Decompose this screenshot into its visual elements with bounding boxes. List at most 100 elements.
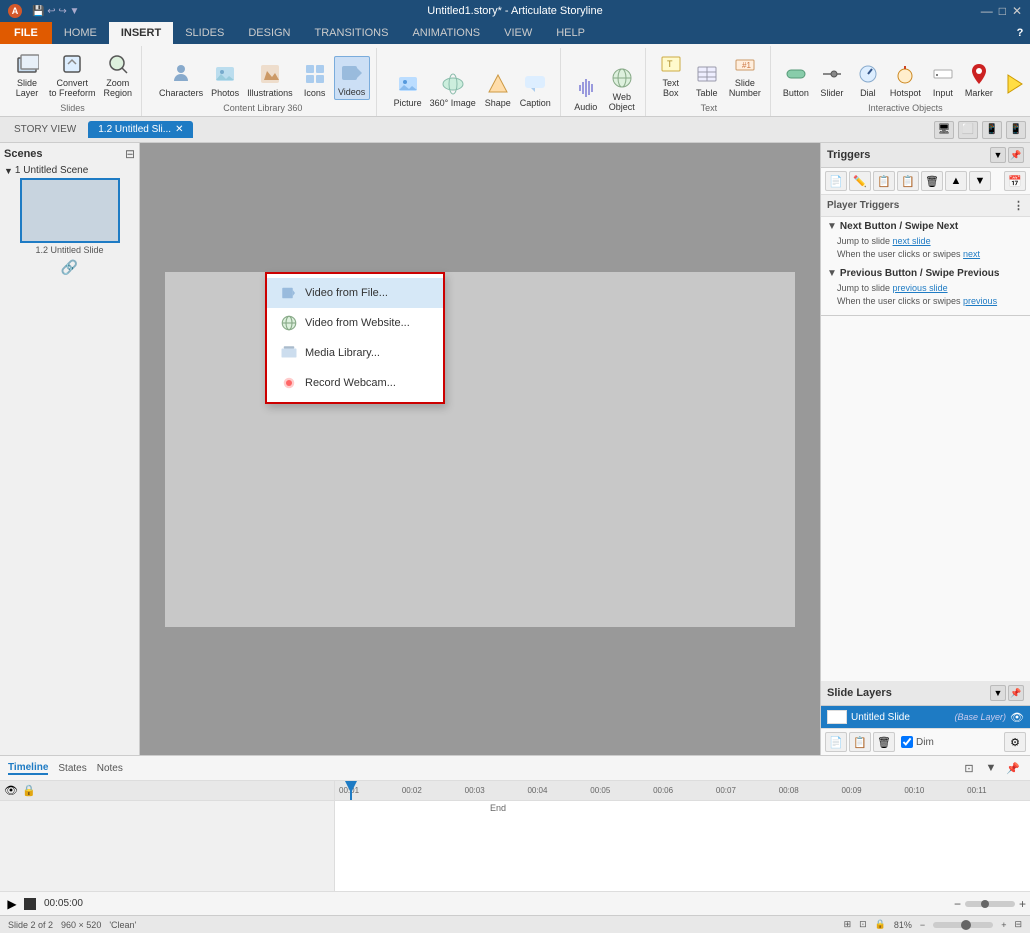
ribbon-item-hotspot[interactable]: Hotspot	[887, 58, 924, 100]
triggers-collapse-btn[interactable]: ▼	[990, 147, 1006, 163]
tab-story-view[interactable]: STORY VIEW	[4, 121, 86, 138]
ribbon-item-input[interactable]: Input	[926, 58, 960, 100]
help-button[interactable]: ?	[1010, 23, 1030, 43]
dim-checkbox[interactable]	[901, 736, 913, 748]
view-ctrl-desktop[interactable]: 🖥	[934, 121, 954, 139]
layers-pin-btn[interactable]: 📌	[1008, 685, 1024, 701]
ribbon-item-table[interactable]: Table	[690, 58, 724, 100]
ribbon-item-text-box[interactable]: T TextBox	[654, 48, 688, 100]
trigger-prev-arrow[interactable]: ▼	[827, 268, 837, 279]
close-button[interactable]: ✕	[1012, 4, 1022, 18]
tab-file[interactable]: FILE	[0, 22, 52, 44]
zoom-minus-btn[interactable]: −	[954, 897, 961, 911]
tl-pin-btn[interactable]: 📌	[1004, 759, 1022, 777]
maximize-button[interactable]: □	[999, 4, 1006, 18]
play-button[interactable]: ▶	[4, 896, 20, 912]
minimize-button[interactable]: —	[981, 4, 993, 18]
tab-slide-view[interactable]: 1.2 Untitled Sli... ✕	[88, 121, 193, 138]
view-ctrl-tablet[interactable]: ⬜	[958, 121, 978, 139]
lock-status-icon[interactable]: 🔒	[875, 919, 886, 930]
fit-icon[interactable]: ⊡	[859, 919, 867, 930]
menu-item-video-from-file[interactable]: Video from File...	[267, 278, 443, 308]
menu-item-video-from-website[interactable]: Video from Website...	[267, 308, 443, 338]
slide-tab-close[interactable]: ✕	[175, 124, 183, 135]
trigger-new-btn[interactable]: 📄	[825, 171, 847, 191]
triggers-pin-btn[interactable]: 📌	[1008, 147, 1024, 163]
tl-fit-btn[interactable]: ⊡	[960, 759, 978, 777]
trigger-up-btn[interactable]: ▲	[945, 171, 967, 191]
trigger-copy-btn[interactable]: 📋	[873, 171, 895, 191]
tab-design[interactable]: DESIGN	[236, 22, 302, 44]
ribbon-item-slider[interactable]: Slider	[815, 58, 849, 100]
tab-view[interactable]: VIEW	[492, 22, 544, 44]
view-ctrl-phone[interactable]: 📱	[982, 121, 1002, 139]
tab-slides[interactable]: SLIDES	[173, 22, 236, 44]
layers-collapse-btn[interactable]: ▼	[990, 685, 1006, 701]
ribbon-item-zoom[interactable]: ZoomRegion	[101, 48, 136, 100]
menu-item-media-library[interactable]: Media Library...	[267, 338, 443, 368]
tl-eye-icon[interactable]: 👁	[4, 784, 18, 797]
slide-canvas[interactable]: Video from File... Video from Website...…	[165, 272, 795, 627]
timeline-tab-states[interactable]: States	[58, 763, 86, 774]
tl-collapse-btn[interactable]: ▼	[982, 759, 1000, 777]
trigger-calendar-btn[interactable]: 📅	[1004, 171, 1026, 191]
layer-settings-btn[interactable]: ⚙	[1004, 732, 1026, 752]
layer-add-btn[interactable]: 📄	[825, 732, 847, 752]
layer-delete-btn[interactable]: 🗑	[873, 732, 895, 752]
ribbon-item-shape[interactable]: Shape	[481, 68, 515, 110]
zoom-plus-btn[interactable]: +	[1019, 897, 1026, 911]
layer-copy-btn[interactable]: 📋	[849, 732, 871, 752]
trigger-prev-link[interactable]: previous	[963, 296, 997, 306]
ribbon-item-icons[interactable]: Icons	[298, 58, 332, 100]
ribbon-item-button[interactable]: Button	[779, 58, 813, 100]
window-controls[interactable]: — □ ✕	[981, 4, 1022, 18]
tl-lock-icon[interactable]: 🔒	[22, 784, 36, 797]
ribbon-item-360-image[interactable]: 360° Image	[427, 68, 479, 110]
trigger-paste-btn[interactable]: 📋	[897, 171, 919, 191]
trigger-next-arrow[interactable]: ▼	[827, 221, 837, 232]
ribbon-item-dial[interactable]: Dial	[851, 58, 885, 100]
ribbon-item-marker[interactable]: Marker	[962, 58, 996, 100]
player-triggers-collapse[interactable]: ⋮	[1013, 199, 1024, 212]
timeline-zoom-slider[interactable]	[965, 901, 1015, 907]
ribbon-item-characters[interactable]: Characters	[156, 58, 206, 100]
tab-insert[interactable]: INSERT	[109, 22, 173, 44]
trigger-next-link[interactable]: next	[963, 249, 980, 259]
trigger-delete-btn[interactable]: 🗑	[921, 171, 943, 191]
ribbon-item-picture[interactable]: Picture	[391, 68, 425, 110]
tab-home[interactable]: HOME	[52, 22, 109, 44]
ribbon-item-caption[interactable]: Caption	[517, 68, 554, 110]
ribbon-item-web-object[interactable]: WebObject	[605, 62, 639, 114]
slide-thumbnail[interactable]	[20, 178, 120, 243]
trigger-edit-btn[interactable]: ✏️	[849, 171, 871, 191]
fit-view-btn[interactable]: ⊟	[1014, 919, 1022, 930]
timeline-tab-timeline[interactable]: Timeline	[8, 762, 48, 775]
ribbon-item-videos[interactable]: Videos	[334, 56, 370, 100]
trigger-next-target[interactable]: next slide	[893, 236, 931, 246]
tab-transitions[interactable]: TRANSITIONS	[303, 22, 401, 44]
ribbon-item-slide-number[interactable]: #1 SlideNumber	[726, 48, 764, 100]
ribbon-item-convert[interactable]: Convertto Freeform	[46, 48, 99, 100]
tab-animations[interactable]: ANIMATIONS	[400, 22, 492, 44]
playhead-needle[interactable]	[350, 781, 352, 800]
scenes-collapse-button[interactable]: ⊟	[125, 147, 135, 161]
tab-help[interactable]: HELP	[544, 22, 597, 44]
zoom-slider[interactable]	[933, 922, 993, 928]
timeline-tab-notes[interactable]: Notes	[97, 763, 123, 774]
scene-dropdown-icon[interactable]: ▼	[4, 166, 13, 176]
zoom-out-btn[interactable]: −	[920, 920, 925, 930]
trigger-prev-target[interactable]: previous slide	[893, 283, 948, 293]
ribbon-item-action[interactable]	[998, 68, 1030, 100]
menu-item-record-webcam[interactable]: Record Webcam...	[267, 368, 443, 398]
ribbon-item-photos[interactable]: Photos	[208, 58, 242, 100]
zoom-in-btn[interactable]: +	[1001, 920, 1006, 930]
ribbon-item-slide-layer[interactable]: SlideLayer	[10, 48, 44, 100]
view-ctrl-mobile[interactable]: 📱	[1006, 121, 1026, 139]
ribbon-item-audio[interactable]: Audio	[569, 72, 603, 114]
layer-visibility-icon[interactable]: 👁	[1010, 711, 1024, 724]
ribbon-item-illustrations[interactable]: Illustrations	[244, 58, 296, 100]
stop-button[interactable]	[24, 898, 36, 910]
base-layer-item[interactable]: Untitled Slide (Base Layer) 👁	[821, 706, 1030, 728]
trigger-down-btn[interactable]: ▼	[969, 171, 991, 191]
grid-icon[interactable]: ⊞	[844, 919, 852, 930]
